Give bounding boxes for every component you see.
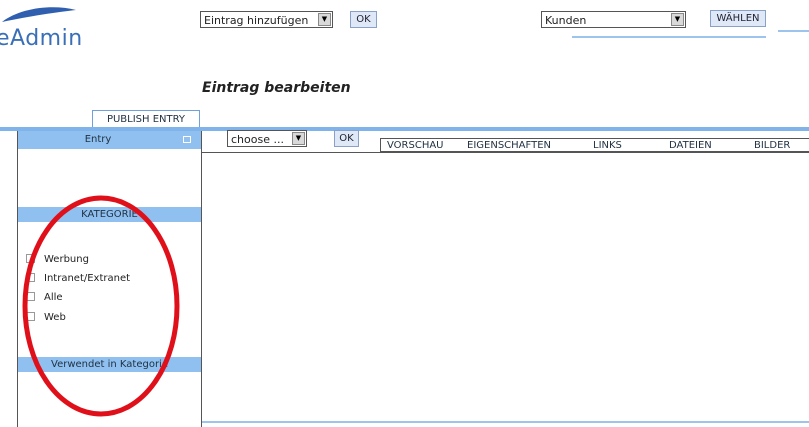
tab-eigenschaften[interactable]: EIGENSCHAFTEN — [467, 139, 551, 152]
app-logo: eAdmin — [0, 26, 83, 51]
entry-panel-title: Entry — [84, 134, 112, 145]
tab-publish-entry[interactable]: PUBLISH ENTRY — [92, 110, 200, 128]
choose-customer-button[interactable]: WÄHLEN — [710, 10, 766, 27]
choose-ok-button[interactable]: OK — [334, 130, 359, 147]
chevron-down-icon: ▼ — [292, 132, 305, 145]
action-select-value: Eintrag hinzufügen — [204, 14, 309, 27]
action-select[interactable]: Eintrag hinzufügen ▼ — [200, 11, 333, 28]
choose-select-value: choose ... — [231, 133, 284, 146]
tab-dateien[interactable]: DATEIEN — [669, 139, 712, 152]
content-bottom-line — [202, 421, 809, 423]
content-tabs: VORSCHAU EIGENSCHAFTEN LINKS DATEIEN BIL… — [380, 138, 809, 152]
content-area — [202, 152, 809, 427]
chevron-down-icon: ▼ — [671, 13, 684, 26]
header-divider-right — [778, 30, 809, 32]
page-title: Eintrag bearbeiten — [202, 80, 351, 96]
chevron-down-icon: ▼ — [318, 13, 331, 26]
entry-panel-header: Entry — [18, 131, 201, 149]
customer-select-value: Kunden — [545, 14, 587, 27]
action-ok-button[interactable]: OK — [350, 11, 377, 28]
choose-select[interactable]: choose ... ▼ — [227, 130, 307, 147]
tab-vorschau[interactable]: VORSCHAU — [387, 139, 444, 152]
customer-select[interactable]: Kunden ▼ — [541, 11, 686, 28]
tab-bilder[interactable]: BILDER — [754, 139, 790, 152]
annotation-ellipse — [22, 195, 180, 417]
logo-swoosh-icon — [2, 7, 76, 22]
tab-links[interactable]: LINKS — [593, 139, 622, 152]
header-divider — [572, 36, 766, 38]
maximize-icon[interactable] — [183, 136, 191, 143]
